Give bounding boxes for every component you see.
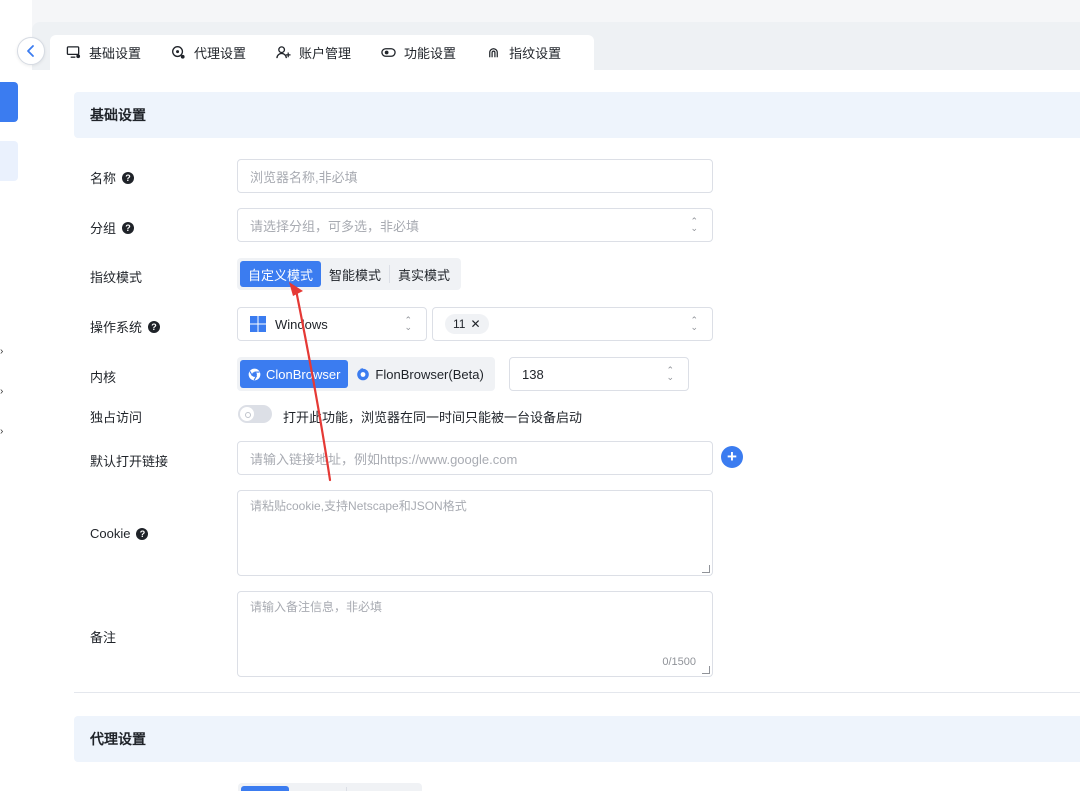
section-tabs: 基础设置 代理设置 账户管理 功能设置 指纹设置 (50, 35, 594, 70)
user-add-icon (276, 46, 291, 59)
tab-label: 代理设置 (194, 46, 247, 61)
os-select[interactable]: Windows ⌃ ⌄ (237, 307, 427, 341)
default-link-input[interactable]: 请输入链接地址，例如https://www.google.com (237, 441, 713, 475)
fingerprint-icon (489, 48, 498, 58)
exclusive-description: 打开此功能，浏览器在同一时间只能被一台设备启动 (283, 410, 583, 425)
char-counter: 0/1500 (662, 656, 696, 668)
name-label-text: 名称 (90, 171, 117, 186)
tab-account-management[interactable]: 账户管理 (276, 43, 351, 62)
os-value: Windows (275, 316, 328, 332)
proxy-mode-segmented (238, 783, 422, 791)
tab-feature-settings[interactable]: 功能设置 (381, 43, 456, 62)
chevron-updown-icon: ⌃ ⌄ (690, 216, 698, 233)
fingerprint-mode-label: 指纹模式 (90, 270, 143, 285)
help-icon[interactable]: ? (148, 320, 161, 333)
os-label-text: 操作系统 (90, 320, 143, 335)
sidebar-item[interactable] (0, 141, 18, 181)
name-input[interactable]: 浏览器名称,非必填 (237, 159, 713, 193)
firefox-icon (357, 368, 370, 381)
group-label-text: 分组 (90, 221, 117, 236)
tab-label: 账户管理 (299, 46, 352, 61)
proxy-icon (172, 46, 185, 59)
section-title-basic: 基础设置 (74, 92, 1080, 138)
name-placeholder: 浏览器名称,非必填 (250, 169, 358, 185)
collapse-sidebar-button[interactable] (17, 37, 45, 65)
proxy-mode-active-button[interactable] (241, 786, 289, 791)
toggle-icon (381, 48, 396, 57)
kernel-version-select[interactable]: 138 ⌃ ⌄ (509, 357, 689, 391)
fingerprint-mode-segmented: 自定义模式 智能模式 真实模式 (237, 258, 462, 290)
tab-proxy-settings[interactable]: 代理设置 (171, 43, 246, 62)
kernel-flonbrowser-button[interactable]: FlonBrowser(Beta) (348, 360, 491, 388)
group-label: 分组? (90, 218, 135, 237)
tab-basic-settings[interactable]: 基础设置 (66, 43, 141, 62)
group-select[interactable]: 请选择分组，可多选，非必填 ⌃ ⌄ (237, 208, 713, 242)
cookie-label: Cookie? (90, 526, 149, 541)
remark-label: 备注 (90, 630, 117, 645)
resize-handle[interactable] (702, 666, 710, 674)
kernel-option-label: ClonBrowser (266, 366, 341, 382)
help-icon[interactable]: ? (122, 171, 135, 184)
tab-fingerprint-settings[interactable]: 指纹设置 (486, 43, 561, 62)
chevron-left-icon (27, 45, 34, 57)
mode-custom-button[interactable]: 自定义模式 (240, 261, 322, 287)
kernel-segmented: ClonBrowser FlonBrowser(Beta) (237, 357, 495, 391)
chevron-updown-icon: ⌃ ⌄ (666, 365, 674, 382)
section-divider (74, 692, 1080, 693)
add-link-button[interactable]: + (721, 446, 743, 468)
os-version-select[interactable]: 11 ✕ ⌃ ⌄ (432, 307, 713, 341)
sidebar-active-item[interactable] (0, 82, 18, 122)
os-version-tag: 11 ✕ (445, 314, 489, 334)
kernel-option-label: FlonBrowser(Beta) (375, 366, 484, 382)
chevron-right-icon[interactable]: › (0, 387, 6, 397)
segment-divider (346, 787, 347, 791)
cookie-textarea[interactable]: 请粘贴cookie,支持Netscape和JSON格式 (237, 490, 713, 576)
default-link-placeholder: 请输入链接地址，例如https://www.google.com (250, 451, 518, 467)
remark-textarea[interactable]: 请输入备注信息，非必填 0/1500 (237, 591, 713, 677)
mode-real-button[interactable]: 真实模式 (390, 261, 458, 287)
tab-label: 基础设置 (89, 46, 142, 61)
chevron-right-icon[interactable]: › (0, 347, 6, 357)
resize-handle[interactable] (702, 565, 710, 573)
help-icon[interactable]: ? (136, 527, 149, 540)
monitor-settings-icon (66, 46, 81, 59)
section-title-proxy: 代理设置 (74, 716, 1080, 762)
name-label: 名称? (90, 168, 135, 187)
help-icon[interactable]: ? (122, 221, 135, 234)
kernel-clonbrowser-button[interactable]: ClonBrowser (240, 360, 349, 388)
chrome-icon (248, 368, 261, 380)
kernel-label: 内核 (90, 370, 117, 385)
mode-smart-button[interactable]: 智能模式 (321, 261, 389, 287)
chevron-updown-icon: ⌃ ⌄ (404, 315, 412, 332)
cookie-placeholder: 请粘贴cookie,支持Netscape和JSON格式 (250, 499, 467, 513)
tab-label: 指纹设置 (509, 46, 562, 61)
kernel-version-value: 138 (522, 366, 544, 382)
toggle-knob (240, 407, 254, 421)
default-link-label: 默认打开链接 (90, 454, 169, 469)
tab-label: 功能设置 (404, 46, 457, 61)
chevron-updown-icon: ⌃ ⌄ (690, 315, 698, 332)
remark-placeholder: 请输入备注信息，非必填 (250, 600, 383, 614)
plus-icon: + (727, 447, 737, 466)
os-label: 操作系统? (90, 317, 161, 336)
windows-icon (250, 316, 266, 332)
group-placeholder: 请选择分组，可多选，非必填 (250, 218, 420, 234)
close-icon[interactable]: ✕ (470, 317, 480, 331)
exclusive-toggle[interactable] (238, 405, 272, 423)
exclusive-label: 独占访问 (90, 410, 143, 425)
chevron-right-icon[interactable]: › (0, 427, 6, 437)
os-version-tag-text: 11 (453, 317, 466, 331)
cookie-label-text: Cookie (90, 526, 131, 541)
